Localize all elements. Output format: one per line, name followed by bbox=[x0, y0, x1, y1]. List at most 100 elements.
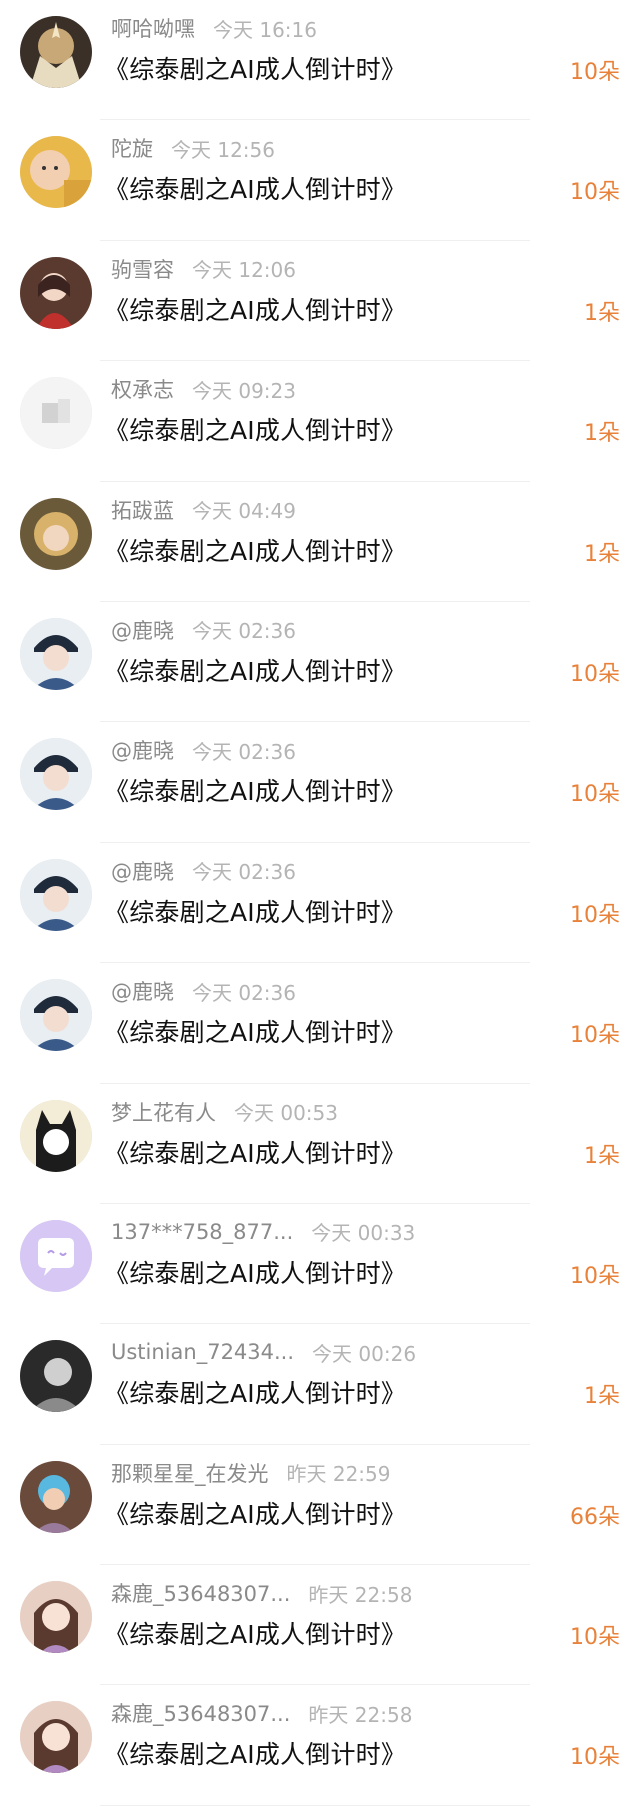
sender-meta: 拓跋蓝 今天 04:49 bbox=[111, 496, 296, 524]
gift-record-item[interactable]: 那颗星星_在发光 昨天 22:59 《综泰剧之AI成人倒计时》 66朵 bbox=[0, 1445, 640, 1566]
book-title: 《综泰剧之AI成人倒计时》 bbox=[104, 1379, 407, 1409]
book-title: 《综泰剧之AI成人倒计时》 bbox=[104, 777, 407, 807]
gift-time: 今天 00:33 bbox=[311, 1221, 416, 1246]
gift-amount: 10朵 bbox=[570, 661, 620, 687]
avatar-cap-boy-icon[interactable] bbox=[20, 617, 92, 690]
sender-name[interactable]: 森鹿_53648307... bbox=[111, 1698, 290, 1728]
avatar-anime-cat-icon[interactable] bbox=[20, 1099, 92, 1172]
gift-amount: 10朵 bbox=[570, 1023, 620, 1049]
gift-record-item[interactable]: @鹿晓 今天 02:36 《综泰剧之AI成人倒计时》 10朵 bbox=[0, 722, 640, 843]
gift-time: 今天 12:06 bbox=[192, 258, 296, 283]
avatar-cap-boy-icon[interactable] bbox=[20, 858, 92, 931]
gift-amount: 10朵 bbox=[570, 180, 620, 206]
gift-time: 今天 02:36 bbox=[192, 860, 296, 885]
gift-time: 今天 00:26 bbox=[312, 1341, 417, 1366]
book-title: 《综泰剧之AI成人倒计时》 bbox=[104, 1620, 407, 1650]
avatar-baby-icon[interactable] bbox=[20, 136, 92, 209]
book-title: 《综泰剧之AI成人倒计时》 bbox=[104, 897, 407, 927]
sender-meta: 森鹿_53648307... 昨天 22:58 bbox=[111, 1699, 412, 1727]
gift-record-item[interactable]: 梦上花有人 今天 00:53 《综泰剧之AI成人倒计时》 1朵 bbox=[0, 1084, 640, 1204]
sender-name[interactable]: 梦上花有人 bbox=[111, 1097, 216, 1127]
sender-meta: 驹雪容 今天 12:06 bbox=[111, 255, 296, 283]
gift-record-item[interactable]: 啊哈呦嘿 今天 16:16 《综泰剧之AI成人倒计时》 10朵 bbox=[0, 0, 640, 121]
sender-name[interactable]: 陀旋 bbox=[111, 133, 153, 163]
book-title: 《综泰剧之AI成人倒计时》 bbox=[104, 55, 407, 84]
avatar-girl-illustration-icon[interactable] bbox=[20, 1701, 92, 1774]
gift-record-item[interactable]: 拓跋蓝 今天 04:49 《综泰剧之AI成人倒计时》 1朵 bbox=[0, 482, 640, 602]
sender-meta: 梦上花有人 今天 00:53 bbox=[111, 1098, 338, 1126]
avatar-sketch-icon[interactable] bbox=[20, 377, 92, 450]
sender-name[interactable]: 那颗星星_在发光 bbox=[111, 1458, 269, 1488]
sender-name[interactable]: Ustinian_72434... bbox=[111, 1340, 294, 1364]
sender-meta: 137***758_877... 今天 00:33 bbox=[111, 1218, 415, 1246]
avatar-girl-illustration-icon[interactable] bbox=[20, 1581, 92, 1654]
sender-meta: @鹿晓 今天 02:36 bbox=[111, 736, 296, 764]
gift-record-item[interactable]: 森鹿_53648307... 昨天 22:58 《综泰剧之AI成人倒计时》 10朵 bbox=[0, 1565, 640, 1686]
avatar-girl-blonde-icon[interactable] bbox=[20, 497, 92, 570]
book-title: 《综泰剧之AI成人倒计时》 bbox=[104, 1740, 407, 1770]
gift-time: 今天 02:36 bbox=[192, 739, 296, 764]
sender-name[interactable]: @鹿晓 bbox=[111, 615, 174, 645]
gift-time: 今天 04:49 bbox=[192, 499, 296, 524]
book-title: 《综泰剧之AI成人倒计时》 bbox=[104, 416, 407, 446]
gift-record-list: 啊哈呦嘿 今天 16:16 《综泰剧之AI成人倒计时》 10朵 陀旋 今天 12:56 《综… bbox=[0, 0, 640, 1806]
sender-name[interactable]: 驹雪容 bbox=[111, 254, 174, 284]
book-title: 《综泰剧之AI成人倒计时》 bbox=[104, 175, 407, 205]
sender-meta: @鹿晓 今天 02:36 bbox=[111, 857, 296, 885]
sender-name[interactable]: 137***758_877... bbox=[111, 1220, 293, 1244]
sender-meta: Ustinian_72434... 今天 00:26 bbox=[111, 1338, 416, 1366]
gift-amount: 66朵 bbox=[570, 1504, 620, 1530]
book-title: 《综泰剧之AI成人倒计时》 bbox=[104, 1258, 407, 1288]
sender-name[interactable]: @鹿晓 bbox=[111, 976, 174, 1006]
gift-time: 昨天 22:58 bbox=[308, 1702, 413, 1727]
sender-name[interactable]: 森鹿_53648307... bbox=[111, 1578, 290, 1608]
gift-amount: 10朵 bbox=[570, 60, 620, 85]
avatar-cap-boy-icon[interactable] bbox=[20, 979, 92, 1052]
sender-meta: 森鹿_53648307... 昨天 22:58 bbox=[111, 1579, 412, 1607]
book-title: 《综泰剧之AI成人倒计时》 bbox=[104, 1499, 407, 1529]
gift-time: 昨天 22:58 bbox=[308, 1582, 413, 1607]
avatar-girl-red-icon[interactable] bbox=[20, 256, 92, 329]
gift-record-item[interactable]: @鹿晓 今天 02:36 《综泰剧之AI成人倒计时》 10朵 bbox=[0, 602, 640, 723]
gift-record-item[interactable]: 权承志 今天 09:23 《综泰剧之AI成人倒计时》 1朵 bbox=[0, 361, 640, 482]
gift-record-item[interactable]: 137***758_877... 今天 00:33 《综泰剧之AI成人倒计时》 10朵 bbox=[0, 1204, 640, 1325]
gift-amount: 10朵 bbox=[570, 1625, 620, 1651]
gift-amount: 1朵 bbox=[584, 421, 620, 447]
sender-name[interactable]: 啊哈呦嘿 bbox=[111, 13, 195, 43]
book-title: 《综泰剧之AI成人倒计时》 bbox=[104, 1138, 407, 1168]
book-title: 《综泰剧之AI成人倒计时》 bbox=[104, 295, 407, 325]
gift-time: 今天 12:56 bbox=[171, 137, 275, 162]
gift-record-item[interactable]: 驹雪容 今天 12:06 《综泰剧之AI成人倒计时》 1朵 bbox=[0, 241, 640, 362]
gift-amount: 10朵 bbox=[570, 1263, 620, 1289]
gift-time: 昨天 22:59 bbox=[286, 1462, 391, 1487]
book-title: 《综泰剧之AI成人倒计时》 bbox=[104, 656, 407, 686]
avatar-bw-girl-icon[interactable] bbox=[20, 1340, 92, 1413]
gift-amount: 1朵 bbox=[584, 300, 620, 326]
sender-name[interactable]: 权承志 bbox=[111, 374, 174, 404]
gift-record-item[interactable]: @鹿晓 今天 02:36 《综泰剧之AI成人倒计时》 10朵 bbox=[0, 963, 640, 1084]
gift-time: 今天 02:36 bbox=[192, 980, 296, 1005]
sender-meta: 啊哈呦嘿 今天 16:16 bbox=[111, 14, 317, 42]
gift-time: 今天 16:16 bbox=[213, 17, 317, 42]
gift-time: 今天 02:36 bbox=[192, 619, 296, 644]
sender-meta: 那颗星星_在发光 昨天 22:59 bbox=[111, 1459, 391, 1487]
gift-record-item[interactable]: 陀旋 今天 12:56 《综泰剧之AI成人倒计时》 10朵 bbox=[0, 120, 640, 241]
book-title: 《综泰剧之AI成人倒计时》 bbox=[104, 1018, 407, 1048]
gift-amount: 1朵 bbox=[584, 541, 620, 567]
gift-record-item[interactable]: @鹿晓 今天 02:36 《综泰剧之AI成人倒计时》 10朵 bbox=[0, 843, 640, 964]
avatar-kid-icon[interactable] bbox=[20, 1460, 92, 1533]
avatar-fantasy-icon[interactable] bbox=[20, 16, 92, 88]
sender-meta: 权承志 今天 09:23 bbox=[111, 375, 296, 403]
sender-meta: @鹿晓 今天 02:36 bbox=[111, 977, 296, 1005]
gift-amount: 10朵 bbox=[570, 1745, 620, 1771]
gift-amount: 1朵 bbox=[584, 1384, 620, 1410]
gift-amount: 10朵 bbox=[570, 782, 620, 808]
avatar-default-chat-icon[interactable] bbox=[20, 1219, 92, 1292]
gift-record-item[interactable]: Ustinian_72434... 今天 00:26 《综泰剧之AI成人倒计时》 1朵 bbox=[0, 1324, 640, 1445]
avatar-cap-boy-icon[interactable] bbox=[20, 738, 92, 811]
gift-time: 今天 09:23 bbox=[192, 378, 296, 403]
gift-amount: 10朵 bbox=[570, 902, 620, 928]
sender-name[interactable]: @鹿晓 bbox=[111, 735, 174, 765]
sender-name[interactable]: 拓跋蓝 bbox=[111, 495, 174, 525]
sender-name[interactable]: @鹿晓 bbox=[111, 856, 174, 886]
